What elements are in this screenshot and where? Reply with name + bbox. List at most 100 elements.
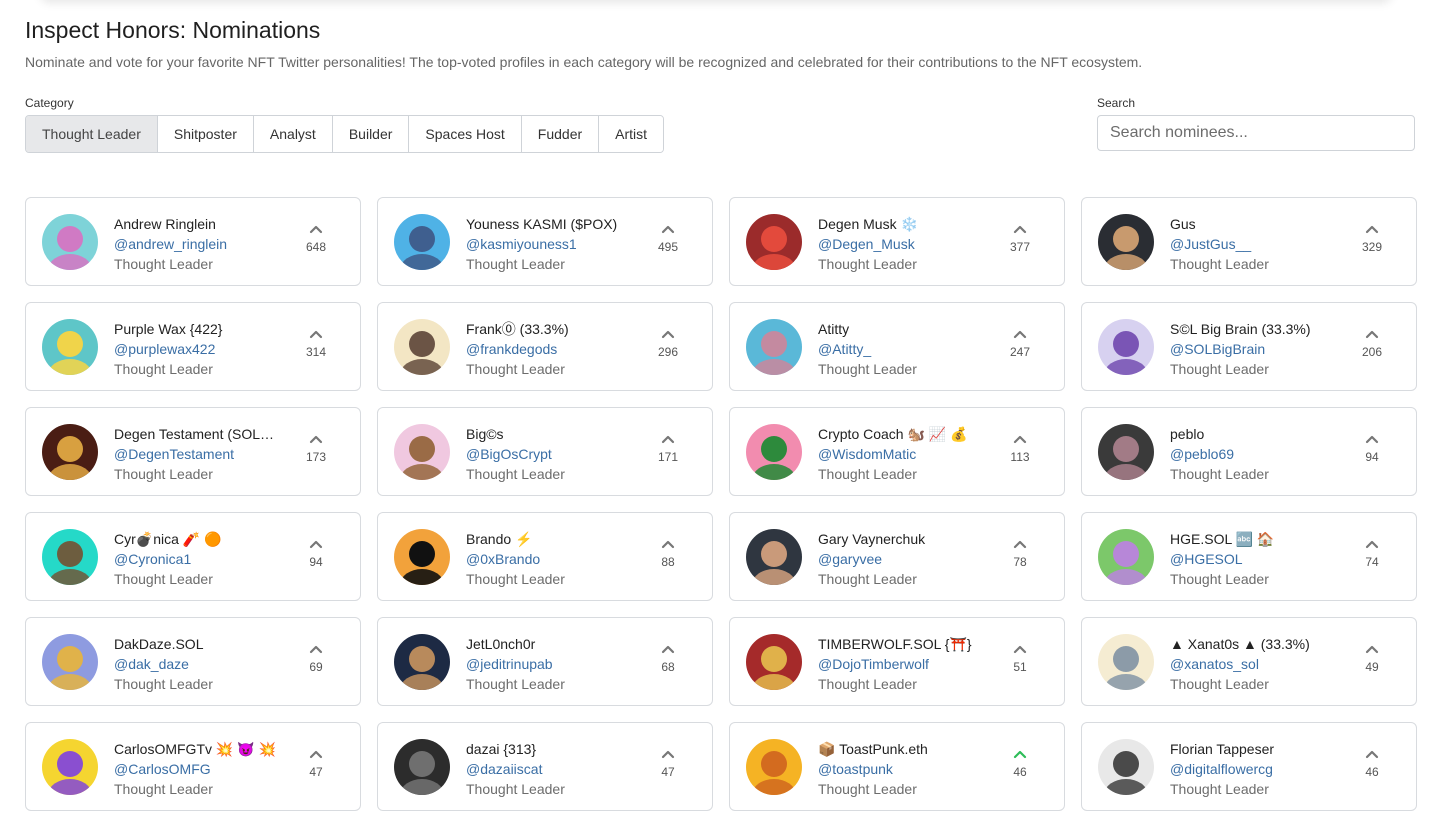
nominee-category: Thought Leader — [818, 256, 917, 272]
nominee-handle[interactable]: @HGESOL — [1170, 549, 1360, 569]
upvote-button[interactable] — [309, 434, 323, 444]
avatar[interactable] — [1098, 529, 1154, 585]
nominee-handle[interactable]: @frankdegods — [466, 339, 656, 359]
upvote-button[interactable] — [1013, 749, 1027, 759]
avatar[interactable] — [746, 214, 802, 270]
nominee-category: Thought Leader — [466, 676, 565, 692]
upvote-button[interactable] — [1365, 434, 1379, 444]
upvote-button[interactable] — [1013, 224, 1027, 234]
avatar[interactable] — [1098, 739, 1154, 795]
nominee-handle[interactable]: @digitalflowercg — [1170, 759, 1360, 779]
nominee-handle[interactable]: @dak_daze — [114, 654, 304, 674]
upvote-button[interactable] — [309, 539, 323, 549]
avatar[interactable] — [394, 214, 450, 270]
avatar[interactable] — [746, 424, 802, 480]
nominee-handle[interactable]: @andrew_ringlein — [114, 234, 304, 254]
upvote-button[interactable] — [1365, 644, 1379, 654]
avatar[interactable] — [394, 634, 450, 690]
tab-spaces-host[interactable]: Spaces Host — [408, 116, 521, 152]
nominee-handle[interactable]: @CarlosOMFG — [114, 759, 304, 779]
avatar[interactable] — [42, 634, 98, 690]
upvote-button[interactable] — [1013, 539, 1027, 549]
vote-count: 47 — [309, 765, 323, 779]
nominee-handle[interactable]: @peblo69 — [1170, 444, 1360, 464]
nominee-handle[interactable]: @xanatos_sol — [1170, 654, 1360, 674]
vote-count: 46 — [1365, 765, 1379, 779]
upvote-button[interactable] — [309, 329, 323, 339]
nominee-category: Thought Leader — [818, 466, 917, 482]
search-input[interactable] — [1097, 115, 1415, 151]
tab-thought-leader[interactable]: Thought Leader — [26, 116, 157, 152]
upvote-button[interactable] — [661, 329, 675, 339]
nominee-card: Atitty @Atitty_ Thought Leader 247 — [729, 302, 1065, 391]
upvote-button[interactable] — [1013, 434, 1027, 444]
upvote-button[interactable] — [1365, 539, 1379, 549]
avatar[interactable] — [42, 214, 98, 270]
nominee-handle[interactable]: @Degen_Musk — [818, 234, 1008, 254]
upvote-button[interactable] — [1013, 644, 1027, 654]
upvote-button[interactable] — [661, 644, 675, 654]
tab-builder[interactable]: Builder — [331, 116, 409, 152]
avatar[interactable] — [394, 739, 450, 795]
vote-count: 94 — [1365, 450, 1379, 464]
avatar[interactable] — [746, 319, 802, 375]
nominee-handle[interactable]: @WisdomMatic — [818, 444, 1008, 464]
upvote-button[interactable] — [661, 224, 675, 234]
avatar[interactable] — [746, 529, 802, 585]
avatar[interactable] — [42, 739, 98, 795]
nominee-handle[interactable]: @toastpunk — [818, 759, 1008, 779]
nominee-handle[interactable]: @0xBrando — [466, 549, 656, 569]
upvote-button[interactable] — [1365, 749, 1379, 759]
upvote-button[interactable] — [1013, 329, 1027, 339]
nominee-card: dazai {313} @dazaiiscat Thought Leader 47 — [377, 722, 713, 811]
avatar[interactable] — [394, 319, 450, 375]
nominee-category: Thought Leader — [1170, 781, 1269, 797]
tab-fudder[interactable]: Fudder — [520, 116, 599, 152]
nominee-handle[interactable]: @Atitty_ — [818, 339, 1008, 359]
nominee-name: Degen Musk ❄️ — [818, 216, 918, 232]
nominee-handle[interactable]: @kasmiyouness1 — [466, 234, 656, 254]
nominee-handle[interactable]: @JustGus__ — [1170, 234, 1360, 254]
nominee-handle[interactable]: @Cyronica1 — [114, 549, 304, 569]
nominee-card: S©L Big Brain (33.3%) @SOLBigBrain Thought… — [1081, 302, 1417, 391]
avatar[interactable] — [42, 424, 98, 480]
upvote-button[interactable] — [1365, 224, 1379, 234]
avatar[interactable] — [1098, 424, 1154, 480]
nominee-handle[interactable]: @BigOsCrypt — [466, 444, 656, 464]
avatar[interactable] — [1098, 319, 1154, 375]
nominee-handle[interactable]: @DojoTimberwolf — [818, 654, 1008, 674]
vote-count: 74 — [1365, 555, 1379, 569]
upvote-button[interactable] — [661, 539, 675, 549]
nominee-card: Big©s @BigOsCrypt Thought Leader 171 — [377, 407, 713, 496]
upvote-button[interactable] — [309, 224, 323, 234]
tab-artist[interactable]: Artist — [598, 116, 664, 152]
avatar[interactable] — [394, 424, 450, 480]
vote-count: 329 — [1361, 240, 1383, 254]
avatar[interactable] — [394, 529, 450, 585]
avatar[interactable] — [42, 529, 98, 585]
avatar[interactable] — [746, 634, 802, 690]
nominee-handle[interactable]: @jeditrinupab — [466, 654, 656, 674]
vote-count: 648 — [305, 240, 327, 254]
upvote-button[interactable] — [309, 749, 323, 759]
avatar[interactable] — [1098, 214, 1154, 270]
nominee-name: Gus — [1170, 216, 1196, 232]
tab-analyst[interactable]: Analyst — [252, 116, 332, 152]
tab-shitposter[interactable]: Shitposter — [156, 116, 253, 152]
nominee-handle[interactable]: @purplewax422 — [114, 339, 304, 359]
upvote-button[interactable] — [309, 644, 323, 654]
upvote-button[interactable] — [661, 434, 675, 444]
nominee-handle[interactable]: @dazaiiscat — [466, 759, 656, 779]
nominee-handle[interactable]: @SOLBigBrain — [1170, 339, 1360, 359]
avatar[interactable] — [746, 739, 802, 795]
avatar[interactable] — [42, 319, 98, 375]
nominee-info: Gus @JustGus__ Thought Leader — [1170, 214, 1360, 274]
nominee-handle[interactable]: @DegenTestament — [114, 444, 304, 464]
nominee-handle[interactable]: @garyvee — [818, 549, 1008, 569]
nominee-name: Frank⓪ (33.3%) — [466, 321, 569, 337]
vote-count: 113 — [1010, 450, 1030, 464]
avatar[interactable] — [1098, 634, 1154, 690]
upvote-button[interactable] — [661, 749, 675, 759]
upvote-button[interactable] — [1365, 329, 1379, 339]
chevron-up-icon — [1013, 750, 1027, 759]
